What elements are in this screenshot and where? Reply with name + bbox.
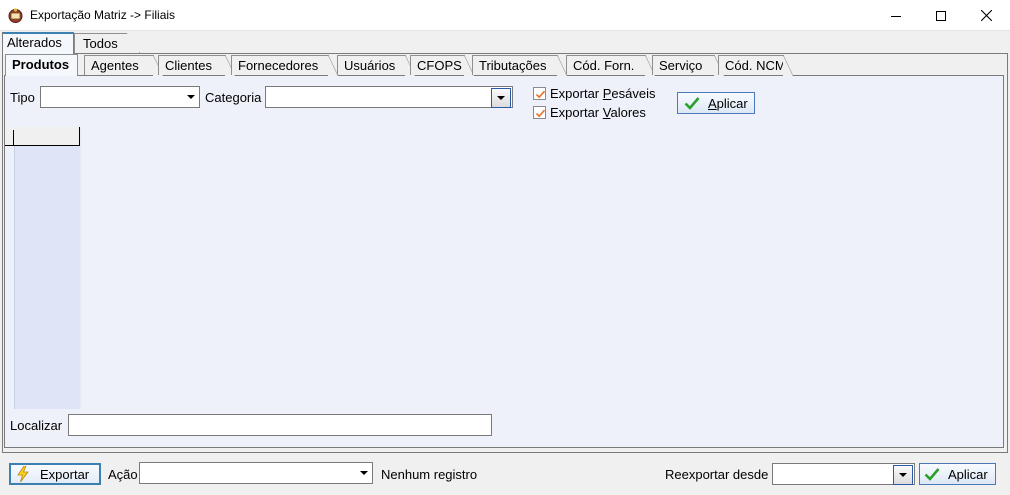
exportar-valores-label[interactable]: Exportar Valores (550, 105, 646, 120)
lightning-icon (17, 466, 29, 482)
tab-label: Cód. NCM (725, 58, 786, 73)
tab-cod-ncm[interactable]: Cód. NCM (718, 55, 793, 76)
tab-cfops[interactable]: CFOPS (410, 55, 474, 76)
app-icon (7, 7, 24, 24)
tab-label: Alterados (7, 35, 62, 50)
tab-label: Todos (83, 36, 118, 51)
exportar-pesaveis-label[interactable]: Exportar Pesáveis (550, 86, 656, 101)
tipo-label: Tipo (10, 90, 35, 105)
reexport-apply-label: Aplicar (948, 466, 988, 482)
checkmark-icon (684, 97, 700, 110)
export-label: Exportar (40, 466, 90, 482)
export-button[interactable]: Exportar (9, 463, 101, 485)
apply-filter-label: Aplicar (708, 95, 748, 111)
tab-label: Serviço (659, 58, 703, 73)
tab-label: Agentes (91, 58, 139, 73)
data-grid[interactable] (6, 127, 1003, 409)
grid-row-indicator-column (14, 146, 80, 409)
grid-divider (80, 127, 82, 409)
tab-usuarios[interactable]: Usuários (337, 55, 415, 76)
maximize-icon (936, 10, 946, 21)
chevron-down-icon[interactable] (491, 88, 511, 108)
tab-tributacoes[interactable]: Tributações (472, 55, 567, 76)
tab-todos[interactable]: Todos (74, 33, 140, 53)
checkmark-icon (535, 109, 546, 118)
tab-label: CFOPS (417, 58, 462, 73)
checkmark-icon (535, 90, 546, 99)
tab-cod-forn[interactable]: Cód. Forn. (566, 55, 655, 76)
categoria-select[interactable] (265, 86, 513, 108)
tab-label: Usuários (344, 58, 396, 73)
tab-clientes[interactable]: Clientes (158, 55, 235, 76)
close-icon (980, 10, 992, 21)
acao-label: Ação (108, 467, 138, 482)
reexport-apply-button[interactable]: Aplicar (919, 463, 996, 485)
reexport-label: Reexportar desde (665, 467, 769, 482)
maximize-button[interactable] (918, 0, 964, 31)
tab-label: Fornecedores (238, 58, 319, 73)
search-label: Localizar (10, 418, 63, 433)
tab-label: Clientes (165, 58, 212, 73)
chevron-down-icon[interactable] (893, 465, 913, 485)
categoria-label: Categoria (205, 90, 262, 105)
chevron-down-icon (187, 95, 195, 99)
tab-label: Cód. Forn. (573, 58, 635, 73)
apply-filter-button[interactable]: Aplicar (677, 92, 755, 114)
minimize-icon (891, 15, 901, 17)
window-title: Exportação Matriz -> Filiais (30, 8, 176, 22)
status-text: Nenhum registro (381, 467, 478, 482)
tab-servico[interactable]: Serviço (652, 55, 724, 76)
tipo-select[interactable] (40, 86, 200, 108)
checkmark-icon (924, 468, 940, 481)
acao-select[interactable] (139, 462, 373, 484)
search-input[interactable] (68, 414, 492, 436)
tab-alterados[interactable]: Alterados (2, 32, 74, 55)
tab-label: Tributações (479, 58, 547, 73)
tab-produtos[interactable]: Produtos (5, 54, 78, 76)
tab-label: Produtos (12, 57, 70, 72)
tab-fornecedores[interactable]: Fornecedores (231, 55, 338, 76)
reexport-date-select[interactable] (772, 463, 915, 485)
exportar-valores-checkbox[interactable] (533, 106, 546, 119)
grid-header-cell (5, 127, 80, 146)
tab-agentes[interactable]: Agentes (84, 55, 163, 76)
chevron-down-icon (360, 471, 368, 475)
exportar-pesaveis-checkbox[interactable] (533, 87, 546, 100)
minimize-button[interactable] (873, 0, 919, 31)
close-button[interactable] (963, 0, 1009, 31)
